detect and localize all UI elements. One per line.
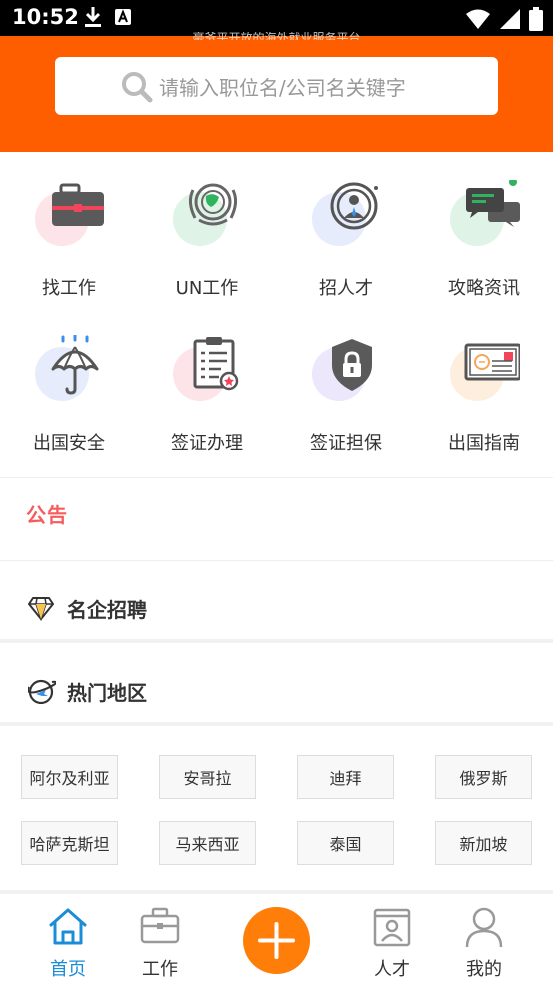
download-icon	[85, 7, 101, 27]
recruit-person-icon	[330, 182, 378, 230]
region-button[interactable]: 马来西亚	[159, 821, 256, 865]
notice-label: 公告	[26, 503, 68, 527]
section-title-famous-companies: 名企招聘	[67, 598, 147, 622]
grid-item-visa-processing[interactable]: 签证办理	[138, 307, 276, 467]
grid-item-recruit[interactable]: 招人才	[277, 152, 415, 312]
wifi-icon	[466, 9, 490, 29]
region-button[interactable]: 哈萨克斯坦	[21, 821, 118, 865]
region-button[interactable]: 俄罗斯	[435, 755, 532, 799]
feature-grid: 找工作 UN工作 招人才 攻略资讯 出国安全 签证办理 签证担保 出国指南	[0, 152, 553, 478]
slogan: 豪爷平开放的海外就业服务平台	[192, 32, 361, 40]
grid-item-find-job[interactable]: 找工作	[0, 152, 138, 312]
shield-lock-icon	[332, 339, 372, 391]
region-button[interactable]: 阿尔及利亚	[21, 755, 118, 799]
section-famous-companies[interactable]: 名企招聘	[0, 561, 553, 643]
section-hot-regions[interactable]: 热门地区	[0, 644, 553, 726]
plus-icon	[258, 922, 295, 959]
briefcase-icon	[52, 183, 104, 226]
region-button[interactable]: 安哥拉	[159, 755, 256, 799]
id-card-icon	[373, 908, 411, 947]
postcard-icon	[464, 343, 520, 381]
bottom-tab-bar: 首页 工作 人才 我的	[0, 895, 553, 984]
grid-item-overseas-guide[interactable]: 出国指南	[415, 307, 553, 467]
region-button[interactable]: 迪拜	[297, 755, 394, 799]
briefcase-icon	[140, 907, 180, 944]
region-button[interactable]: 泰国	[297, 821, 394, 865]
umbrella-icon	[51, 335, 99, 395]
diamond-icon	[28, 597, 54, 621]
search-input[interactable]: 请输入职位名/公司名关键字	[55, 57, 498, 115]
status-bar: 10:52	[0, 0, 553, 36]
user-icon	[465, 907, 503, 948]
notice-bar[interactable]: 公告	[0, 479, 553, 561]
clipboard-icon	[193, 337, 239, 391]
font-a-icon	[115, 9, 131, 25]
tab-talent[interactable]: 人才	[346, 895, 438, 984]
region-grid: 阿尔及利亚 安哥拉 迪拜 俄罗斯 哈萨克斯坦 马来西亚 泰国 新加坡	[0, 726, 553, 894]
status-time: 10:52	[12, 5, 79, 29]
grid-item-visa-guarantee[interactable]: 签证担保	[277, 307, 415, 467]
battery-icon	[529, 7, 543, 31]
grid-item-un-job[interactable]: UN工作	[138, 152, 276, 312]
globe-plane-icon	[28, 679, 56, 704]
region-button[interactable]: 新加坡	[435, 821, 532, 865]
add-button[interactable]	[243, 907, 310, 974]
un-emblem-icon	[188, 183, 238, 226]
tab-home[interactable]: 首页	[22, 895, 114, 984]
tab-mine[interactable]: 我的	[438, 895, 530, 984]
grid-item-overseas-safety[interactable]: 出国安全	[0, 307, 138, 467]
header: 豪爷平开放的海外就业服务平台 请输入职位名/公司名关键字	[0, 32, 553, 152]
chat-bubbles-icon	[466, 180, 520, 227]
search-icon	[122, 72, 153, 103]
search-placeholder: 请输入职位名/公司名关键字	[159, 75, 406, 100]
signal-icon	[500, 9, 520, 29]
home-icon	[49, 908, 87, 945]
tab-work[interactable]: 工作	[114, 895, 206, 984]
grid-item-guides[interactable]: 攻略资讯	[415, 152, 553, 312]
section-title-hot-regions: 热门地区	[67, 681, 147, 705]
